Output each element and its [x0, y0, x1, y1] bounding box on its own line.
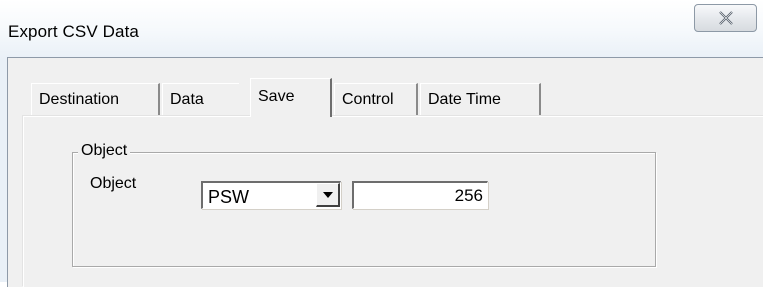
device-type-dropdown[interactable]: PSW	[201, 181, 341, 209]
close-icon	[719, 11, 733, 25]
object-group-legend: Object	[78, 141, 131, 161]
tab-date-time[interactable]: Date Time	[420, 83, 541, 115]
chevron-down-icon	[323, 192, 333, 198]
object-field-label: Object	[90, 175, 137, 192]
tab-label: Data	[170, 91, 204, 108]
tab-save[interactable]: Save	[250, 78, 332, 117]
tab-label: Control	[342, 91, 394, 108]
tab-destination[interactable]: Destination	[31, 83, 160, 115]
close-button[interactable]	[694, 4, 757, 32]
dropdown-button[interactable]	[316, 183, 340, 207]
device-type-value: PSW	[208, 187, 250, 207]
object-group-box	[72, 152, 656, 267]
address-input[interactable]: 256	[352, 181, 488, 209]
address-value: 256	[454, 186, 483, 205]
tab-label: Date Time	[428, 91, 501, 108]
dialog-window: Export CSV Data Destination Data Save Co…	[0, 0, 763, 287]
window-title: Export CSV Data	[8, 22, 139, 41]
tab-label: Destination	[39, 91, 120, 108]
tab-control[interactable]: Control	[334, 83, 418, 115]
title-bar[interactable]: Export CSV Data	[0, 0, 763, 58]
tab-data[interactable]: Data	[162, 83, 239, 115]
tab-label: Save	[258, 88, 295, 105]
